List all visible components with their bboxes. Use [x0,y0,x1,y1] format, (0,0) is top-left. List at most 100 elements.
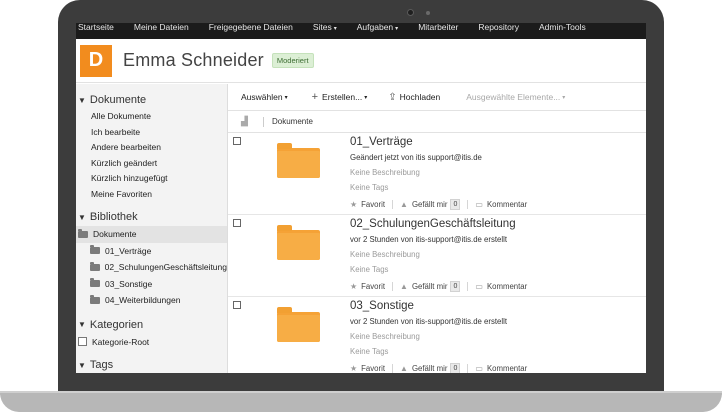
folder-icon [90,245,100,255]
thumbs-up-icon: ▲ [400,200,408,209]
like-label: Gefällt mir [411,200,448,209]
thumbs-up-icon: ▲ [400,364,408,373]
folder-icon[interactable] [277,225,320,260]
folder-icon[interactable] [277,307,320,342]
select-label: Auswählen [241,92,283,102]
content-area: ▼ Dokumente Alle Dokumente Ich bearbeite… [76,84,646,373]
nav-item-people[interactable]: Mitarbeiter [418,23,458,33]
list-header: ▟ Dokumente [228,111,646,133]
chevron-down-icon: ▾ [284,94,288,101]
item-actions: ★ Favorit ▲ Gefällt mir 0 ▭ Kommentar [350,363,527,373]
list-item[interactable]: 03_Sonstige vor 2 Stunden von itis-suppo… [228,297,646,373]
selected-items-label: Ausgewählte Elemente... [466,92,561,102]
tree-item-category-root[interactable]: Kategorie-Root [76,334,227,351]
sidebar-item-others-edit[interactable]: Andere bearbeiten [76,140,227,156]
triangle-down-icon: ▼ [78,360,86,370]
nav-item-tasks[interactable]: Aufgaben ▾ [357,23,398,35]
tree-item-folder[interactable]: 03_Sonstige [76,276,227,293]
triangle-down-icon: ▼ [78,320,86,329]
selected-items-button[interactable]: Ausgewählte Elemente... ▾ [466,92,565,102]
upload-button[interactable]: ⇪ Hochladen [388,92,440,103]
like-label: Gefällt mir [411,364,448,373]
folder-icon [90,294,100,304]
folder-icon [90,278,100,288]
like-count: 0 [450,199,461,210]
nav-item-repository[interactable]: Repository [478,23,519,33]
select-button[interactable]: Auswählen ▾ [241,92,288,102]
tree-item-label: Dokumente [93,229,137,239]
comment-action[interactable]: ▭ Kommentar [475,282,527,291]
sidebar-item-my-favorites[interactable]: Meine Favoriten [76,187,227,203]
tree-item-folder[interactable]: 02_SchulungenGeschäftsleitung [76,259,227,276]
chevron-down-icon: ▾ [364,94,368,101]
nav-item-admin-tools[interactable]: Admin-Tools [539,23,586,33]
create-button[interactable]: + Erstellen... ▾ [312,91,368,103]
nav-item-my-files[interactable]: Meine Dateien [134,23,189,33]
nav-item-sites[interactable]: Sites ▾ [313,23,337,35]
favorite-action[interactable]: ★ Favorit [350,200,385,209]
sidebar-item-i-edit[interactable]: Ich bearbeite [76,125,227,141]
divider [467,364,469,373]
sidebar-item-all-documents[interactable]: Alle Dokumente [76,109,227,125]
document-list-panel: Auswählen ▾ + Erstellen... ▾ ⇪ Hochladen A… [228,84,646,373]
folder-icon [78,228,88,238]
item-tags: Keine Tags [350,347,389,356]
divider [263,116,264,127]
comment-action[interactable]: ▭ Kommentar [475,200,527,209]
category-icon [78,337,87,347]
item-name-link[interactable]: 03_Sonstige [350,300,414,312]
sidebar-item-recently-modified[interactable]: Kürzlich geändert [76,156,227,172]
column-header-documents[interactable]: Dokumente [272,117,313,126]
like-action[interactable]: ▲ Gefällt mir 0 [400,281,461,292]
item-actions: ★ Favorit ▲ Gefällt mir 0 ▭ Kommentar [350,281,527,292]
like-action[interactable]: ▲ Gefällt mir 0 [400,199,461,210]
sidebar-section-documents[interactable]: ▼ Dokumente [76,94,227,106]
like-count: 0 [450,363,461,373]
upload-icon: ⇪ [388,91,397,103]
upload-label: Hochladen [399,92,441,102]
sidebar-section-tags[interactable]: ▼ Tags [76,359,227,371]
divider [392,200,394,209]
avatar[interactable]: D [80,44,112,77]
nav-item-home[interactable]: Startseite [78,23,114,33]
sidebar-section-title: Tags [89,359,114,371]
favorite-action[interactable]: ★ Favorit [350,282,385,291]
row-checkbox[interactable] [233,219,241,227]
tree-item-folder[interactable]: 04_Weiterbildungen [76,292,227,309]
row-checkbox[interactable] [233,137,241,145]
laptop-base [0,393,722,412]
row-checkbox[interactable] [233,301,241,309]
sidebar-section-categories[interactable]: ▼ Kategorien [76,319,227,331]
like-action[interactable]: ▲ Gefällt mir 0 [400,363,461,373]
sort-icon[interactable]: ▟ [241,116,253,127]
tree-item-documents[interactable]: Dokumente [76,226,227,243]
triangle-down-icon: ▼ [78,95,86,105]
item-description: Keine Beschreibung [350,250,420,259]
item-name-link[interactable]: 02_SchulungenGeschäftsleitung [350,218,516,230]
chevron-down-icon: ▾ [395,26,399,32]
camera-icon [407,9,414,16]
comment-label: Kommentar [486,364,528,373]
comment-label: Kommentar [486,200,528,209]
list-item[interactable]: 02_SchulungenGeschäftsleitung vor 2 Stun… [228,215,646,297]
star-icon: ★ [350,364,358,373]
favorite-label: Favorit [361,200,386,209]
folder-icon[interactable] [277,143,320,178]
tree-item-label: 03_Sonstige [105,278,153,289]
favorite-label: Favorit [361,364,386,373]
sidebar-section-library[interactable]: ▼ Bibliothek [76,211,227,223]
nav-item-shared-files[interactable]: Freigegebene Dateien [209,23,293,33]
thumbs-up-icon: ▲ [400,282,408,291]
comment-icon: ▭ [475,200,483,209]
page-header: D Emma Schneider Moderiert [76,39,646,83]
sidebar-item-recently-added[interactable]: Kürzlich hinzugefügt [76,171,227,187]
favorite-action[interactable]: ★ Favorit [350,364,385,373]
item-name-link[interactable]: 01_Verträge [350,136,413,148]
list-item[interactable]: 01_Verträge Geändert jetzt von itis supp… [228,133,646,215]
comment-icon: ▭ [475,282,483,291]
chevron-down-icon: ▾ [562,94,566,101]
tree-item-folder[interactable]: 01_Verträge [76,243,227,260]
comment-action[interactable]: ▭ Kommentar [475,364,527,373]
sidebar-section-title: Kategorien [89,318,144,331]
sidebar-section-title: Bibliothek [89,211,138,223]
